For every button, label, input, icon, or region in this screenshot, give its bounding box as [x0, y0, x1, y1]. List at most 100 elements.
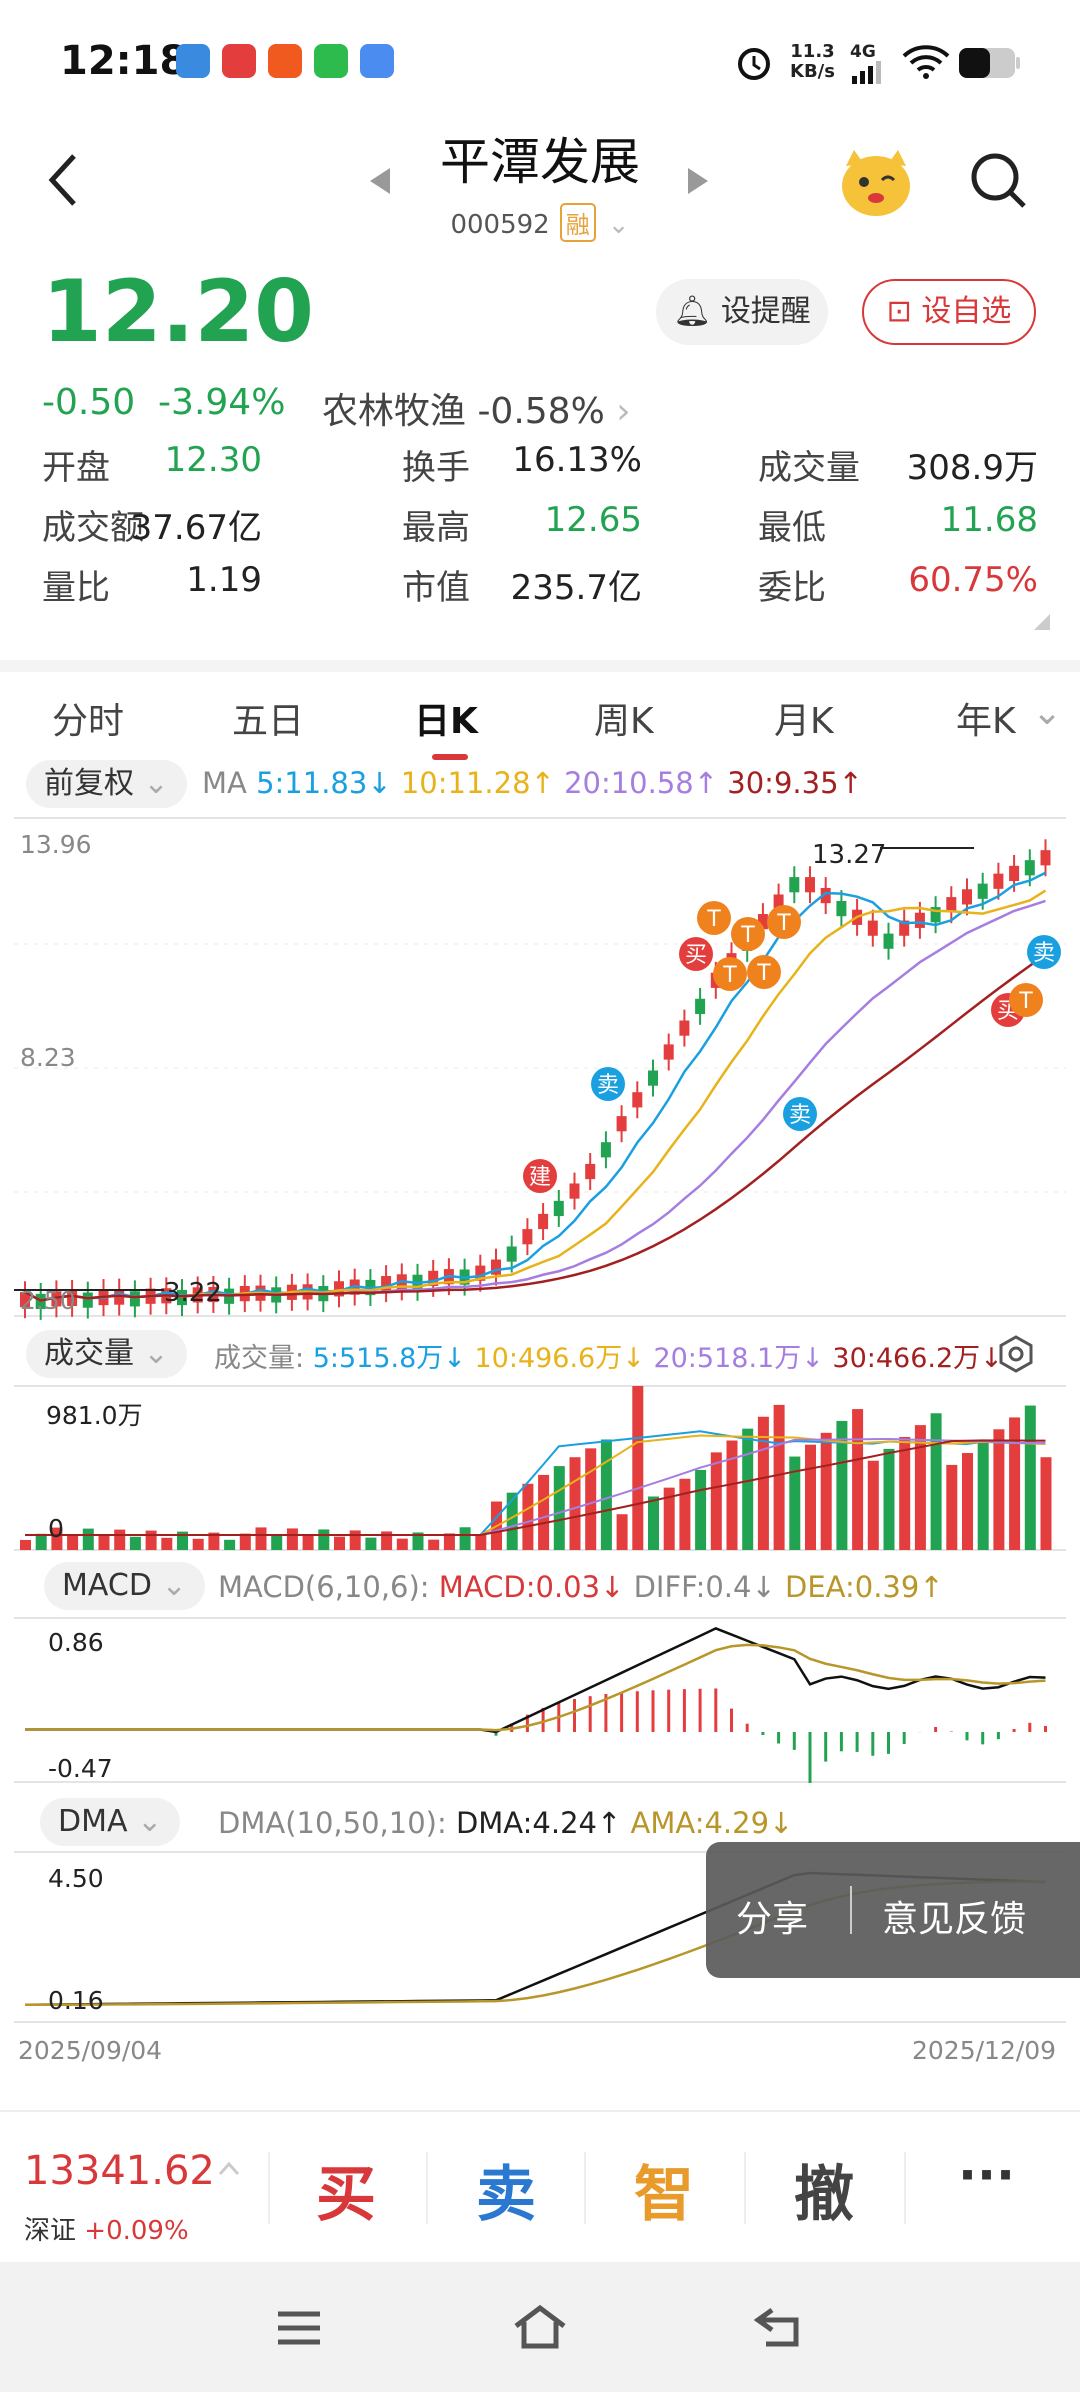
set-alert-button[interactable]: 🔔︎ 设提醒: [656, 279, 828, 345]
volume-bar: [867, 1460, 879, 1550]
stat-value: 60.75%: [908, 560, 1038, 600]
share-feedback-overlay: 分享 意见反馈: [706, 1842, 1080, 1978]
adjust-dropdown[interactable]: 前复权 ⌄: [26, 760, 187, 808]
volume-bar: [977, 1441, 989, 1550]
candle-body: [1040, 850, 1051, 866]
tab-0[interactable]: 分时: [52, 692, 124, 744]
tab-4[interactable]: 月K: [774, 692, 834, 744]
stat-label: 最低: [758, 508, 826, 548]
stats-row: 开盘 12.30 换手 16.13% 成交量 308.9万: [42, 440, 1038, 500]
volume-axis-min: 0: [48, 1514, 64, 1543]
home-icon[interactable]: [510, 2302, 570, 2352]
volume-bar: [161, 1537, 173, 1550]
search-icon[interactable]: [968, 150, 1028, 210]
signal-sell-label: 卖: [789, 1103, 811, 1128]
stat-label: 量比: [42, 568, 110, 608]
index-value[interactable]: 13341.62: [24, 2148, 215, 2194]
stock-code: 000592: [450, 210, 550, 240]
indicator-value: 20:10.58↑: [564, 766, 728, 800]
volume-bar: [773, 1404, 785, 1550]
smart-button[interactable]: 智: [634, 2146, 694, 2233]
chevron-up-icon: [218, 2161, 240, 2176]
tab-5[interactable]: 年K: [956, 692, 1016, 744]
sector-link[interactable]: 农林牧渔 -0.58% ›: [322, 382, 631, 434]
stat-label: 换手: [402, 448, 470, 488]
volume-bar: [883, 1448, 895, 1550]
system-nav-bar: [0, 2262, 1080, 2392]
volume-bar: [129, 1536, 141, 1550]
price-axis-min: 2.50: [20, 1286, 76, 1315]
stock-code-line[interactable]: 000592 融 ⌄: [0, 203, 1080, 242]
candle-body: [679, 1020, 690, 1036]
candle-body: [585, 1163, 596, 1180]
add-favorite-button[interactable]: ⊡ 设自选: [862, 279, 1036, 345]
volume-dropdown[interactable]: 成交量 ⌄: [26, 1330, 187, 1378]
share-button[interactable]: 分享: [736, 1890, 808, 1942]
candle-body: [569, 1183, 580, 1199]
candle-body: [883, 933, 894, 949]
volume-bar: [993, 1429, 1005, 1550]
stat-value: 12.65: [544, 500, 642, 540]
feedback-button[interactable]: 意见反馈: [882, 1890, 1026, 1942]
trade-bar: 13341.62 深证 +0.09% 买 卖 智 撤 ···: [0, 2110, 1080, 2262]
volume-bar: [349, 1530, 361, 1550]
cancel-order-button[interactable]: 撤: [794, 2146, 854, 2233]
wifi-icon: [902, 45, 950, 79]
volume-bar: [428, 1539, 440, 1550]
volume-bar: [396, 1538, 408, 1550]
volume-bar: [286, 1528, 298, 1550]
taobao-icon: [222, 44, 256, 78]
diff-line: [25, 1627, 1046, 1734]
volume-bar: [600, 1439, 612, 1550]
candle-body: [553, 1200, 564, 1217]
signal-t-label: T: [776, 911, 791, 936]
volume-bar: [114, 1529, 126, 1550]
volume-bar: [1024, 1405, 1036, 1550]
divider: [584, 2152, 586, 2224]
wechat-icon: [314, 44, 348, 78]
tab-2[interactable]: 日K: [414, 692, 478, 744]
sell-button[interactable]: 卖: [476, 2146, 536, 2233]
volume-bar: [35, 1533, 47, 1550]
tab-1[interactable]: 五日: [232, 692, 304, 744]
volume-bar: [1009, 1417, 1021, 1550]
candle-body: [600, 1142, 611, 1158]
candle-body: [1024, 860, 1035, 876]
candle-body: [129, 1291, 140, 1307]
volume-bar: [648, 1496, 659, 1550]
candle-body: [695, 998, 706, 1014]
price-axis-mid: 8.23: [20, 1043, 76, 1072]
candle-body: [522, 1229, 533, 1245]
dma-dropdown[interactable]: DMA ⌄: [40, 1798, 181, 1846]
stat-label: 成交量: [758, 448, 860, 488]
volume-bar: [271, 1534, 283, 1550]
menu-icon[interactable]: [274, 2308, 324, 2348]
settings-hex-icon[interactable]: [996, 1334, 1036, 1374]
stat-value: 308.9万: [906, 448, 1038, 488]
more-button[interactable]: ···: [958, 2146, 1015, 2204]
stat-label: 成交额: [42, 508, 144, 548]
stats-row: 成交额 37.67亿 最高 12.65 最低 11.68: [42, 500, 1038, 560]
volume-bar: [1040, 1457, 1052, 1550]
candle-body: [632, 1092, 643, 1108]
chevron-down-icon: ⌄: [143, 766, 169, 801]
chevron-down-icon: ⌄: [1032, 692, 1063, 733]
indicator-value: 10:11.28↑: [400, 766, 565, 800]
indicator-value: 10:496.6万↓: [474, 1343, 654, 1374]
volume-bar: [522, 1483, 534, 1550]
mascot-icon[interactable]: [836, 144, 916, 220]
low-marker-label: 3.22: [164, 1278, 222, 1308]
volume-bar: [632, 1386, 644, 1550]
high-marker-label: 13.27: [812, 840, 887, 870]
tab-3[interactable]: 周K: [594, 692, 654, 744]
buy-button[interactable]: 买: [316, 2146, 376, 2233]
stats-row: 量比 1.19 市值 235.7亿 委比 60.75%: [42, 560, 1038, 620]
stat-value: 37.67亿: [130, 508, 262, 548]
volume-bar: [585, 1448, 597, 1550]
indicator-value: MACD:0.03↓: [438, 1570, 634, 1604]
divider: [744, 2152, 746, 2224]
back-icon[interactable]: [752, 2304, 806, 2350]
chevron-down-icon: ⌄: [137, 1804, 163, 1839]
macd-dropdown[interactable]: MACD ⌄: [44, 1562, 205, 1610]
dma-axis-max: 4.50: [48, 1864, 104, 1893]
